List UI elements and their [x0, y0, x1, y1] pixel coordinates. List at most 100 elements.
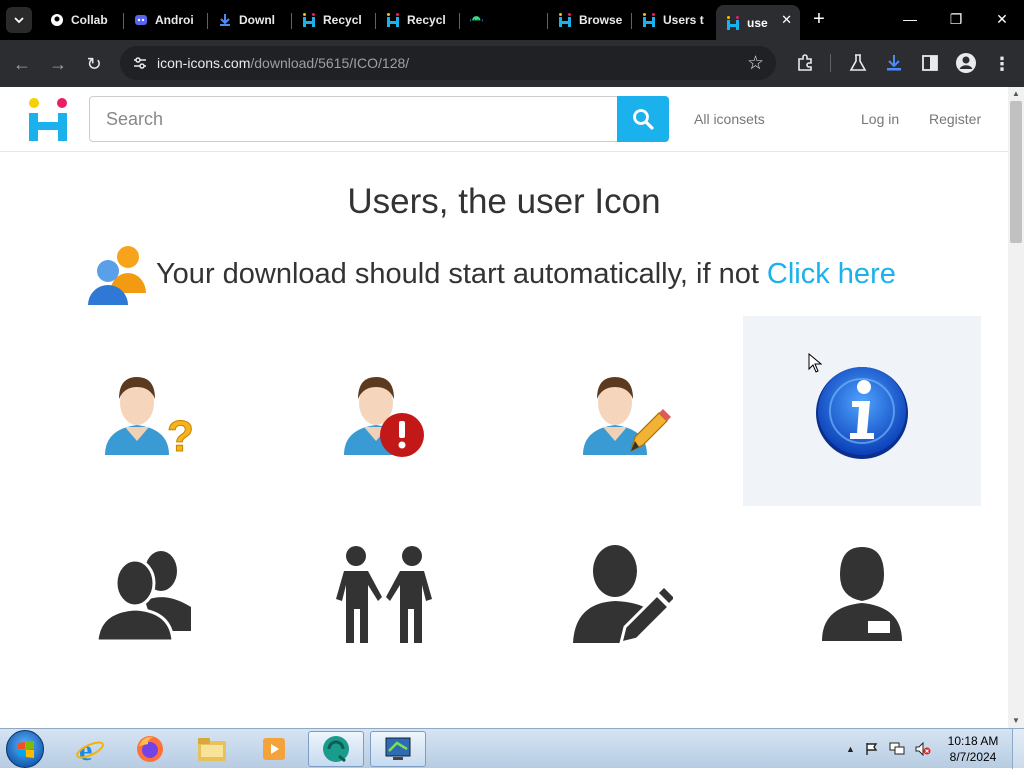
system-clock[interactable]: 10:18 AM 8/7/2024	[944, 733, 1002, 765]
login-link[interactable]: Log in	[861, 111, 899, 127]
clock-time: 10:18 AM	[947, 734, 999, 748]
github-icon	[50, 13, 64, 27]
site-info-icon[interactable]	[132, 55, 148, 71]
chrome-app-icon	[323, 736, 349, 763]
icon-icons-favicon	[726, 15, 740, 30]
icon-tile-user-edit-silhouette[interactable]	[504, 500, 742, 690]
site-header: All iconsets Log in Register	[0, 87, 1008, 152]
icon-icons-favicon	[558, 13, 572, 27]
tab-download[interactable]: Downl	[208, 5, 292, 35]
taskbar: e ▲ 10:18 AM 8/7/2024	[0, 728, 1024, 769]
bookmark-star-icon[interactable]: ☆	[747, 52, 764, 75]
extensions-icon[interactable]	[795, 53, 815, 73]
tab-label: Collab	[71, 13, 108, 27]
clock-date: 8/7/2024	[949, 750, 997, 764]
taskbar-firefox[interactable]	[122, 731, 178, 767]
tab-recycle-2[interactable]: Recycl	[376, 5, 460, 35]
icon-tile-users-group[interactable]	[26, 500, 264, 690]
tab-label: Users t	[663, 13, 704, 27]
user-error-icon	[344, 377, 424, 457]
firefox-icon	[137, 736, 163, 762]
tab-label: Androi	[155, 13, 194, 27]
labs-flask-icon[interactable]	[848, 53, 868, 73]
web-page: All iconsets Log in Register Users, the …	[0, 87, 1008, 728]
icon-icons-favicon	[302, 13, 316, 27]
url-text: icon-icons.com/download/5615/ICO/128/	[157, 55, 410, 71]
close-icon[interactable]: ✕	[781, 12, 792, 28]
users-group-icon	[95, 551, 191, 643]
action-center-flag-icon[interactable]	[865, 742, 879, 756]
start-button[interactable]	[6, 730, 44, 768]
icon-tile-user-help[interactable]: ?	[26, 316, 264, 506]
new-tab-button[interactable]: +	[808, 8, 830, 30]
tab-label: Browse	[579, 13, 623, 27]
tab-browse[interactable]: Browse	[548, 5, 632, 35]
address-bar[interactable]: icon-icons.com/download/5615/ICO/128/ ☆	[120, 46, 776, 80]
menu-kebab-icon[interactable]: ⋮	[990, 52, 1014, 76]
tab-label: use	[747, 15, 768, 30]
users-group-color-icon	[88, 246, 146, 305]
click-here-link[interactable]: Click here	[767, 258, 896, 291]
show-hidden-icons-icon[interactable]: ▲	[846, 744, 855, 754]
tab-collab[interactable]: Collab	[40, 5, 124, 35]
info-icon	[816, 367, 908, 459]
user-edit-silhouette-icon	[573, 545, 673, 645]
taskbar-media-player[interactable]	[246, 731, 302, 767]
tab-users[interactable]: Users t	[632, 5, 716, 35]
user-help-icon: ?	[105, 377, 194, 461]
register-link[interactable]: Register	[929, 111, 981, 127]
file-explorer-icon	[198, 738, 226, 761]
forward-button[interactable]: →	[46, 52, 70, 76]
icon-tile-handshake[interactable]	[265, 500, 503, 690]
download-icon	[218, 13, 232, 27]
downloads-icon[interactable]	[884, 53, 904, 73]
icon-tile-user-badge[interactable]	[743, 500, 981, 690]
show-desktop-button[interactable]	[1012, 729, 1024, 769]
back-button[interactable]: ←	[10, 52, 34, 76]
all-iconsets-link[interactable]: All iconsets	[694, 111, 765, 127]
media-player-icon	[263, 738, 285, 760]
network-status-icon[interactable]	[889, 742, 905, 756]
tab-strip: Collab Androi Downl Recycl Recycl Browse…	[0, 0, 1024, 40]
search-input[interactable]	[89, 96, 619, 142]
tab-label: Recycl	[407, 13, 446, 27]
android-icon	[470, 13, 484, 27]
scroll-thumb[interactable]	[1010, 101, 1022, 243]
mouse-cursor-icon	[808, 353, 822, 373]
user-badge-icon	[822, 547, 902, 641]
download-text: Your download should start automatically…	[156, 257, 759, 290]
scroll-down-arrow[interactable]: ▼	[1008, 714, 1024, 728]
handshake-people-icon	[336, 546, 432, 643]
icon-icons-logo[interactable]	[27, 97, 69, 143]
download-message: Your download should start automatically…	[86, 241, 896, 307]
icon-tile-user-error[interactable]	[265, 316, 503, 506]
reload-button[interactable]: ↻	[82, 52, 106, 76]
scroll-up-arrow[interactable]: ▲	[1008, 87, 1024, 101]
profile-avatar-icon[interactable]	[955, 52, 977, 74]
tab-search-button[interactable]	[6, 7, 32, 33]
tab-android[interactable]: Androi	[124, 5, 208, 35]
minimize-button[interactable]: —	[896, 8, 924, 30]
icon-tile-user-edit[interactable]	[504, 316, 742, 506]
volume-muted-icon[interactable]	[915, 742, 931, 756]
side-panel-icon[interactable]	[920, 53, 940, 73]
taskbar-file-explorer[interactable]	[184, 731, 240, 767]
search-button[interactable]	[617, 96, 669, 142]
tab-label: Recycl	[323, 13, 362, 27]
user-edit-icon	[583, 377, 671, 455]
discord-icon	[134, 13, 148, 27]
network-app-icon	[385, 737, 411, 760]
tab-active[interactable]: use ✕	[716, 5, 800, 40]
taskbar-chrome-app[interactable]	[308, 731, 364, 767]
taskbar-internet-explorer[interactable]: e	[62, 731, 118, 767]
icon-tile-info[interactable]	[743, 316, 981, 506]
taskbar-network-app[interactable]	[370, 731, 426, 767]
system-tray: ▲	[846, 729, 931, 769]
tab-label: Downl	[239, 13, 275, 27]
tab-android-2[interactable]	[460, 5, 548, 35]
tab-recycle-1[interactable]: Recycl	[292, 5, 376, 35]
close-window-button[interactable]: ✕	[988, 8, 1016, 30]
page-scrollbar[interactable]: ▲ ▼	[1008, 87, 1024, 728]
icon-icons-favicon	[642, 13, 656, 27]
restore-button[interactable]: ❐	[942, 8, 970, 30]
